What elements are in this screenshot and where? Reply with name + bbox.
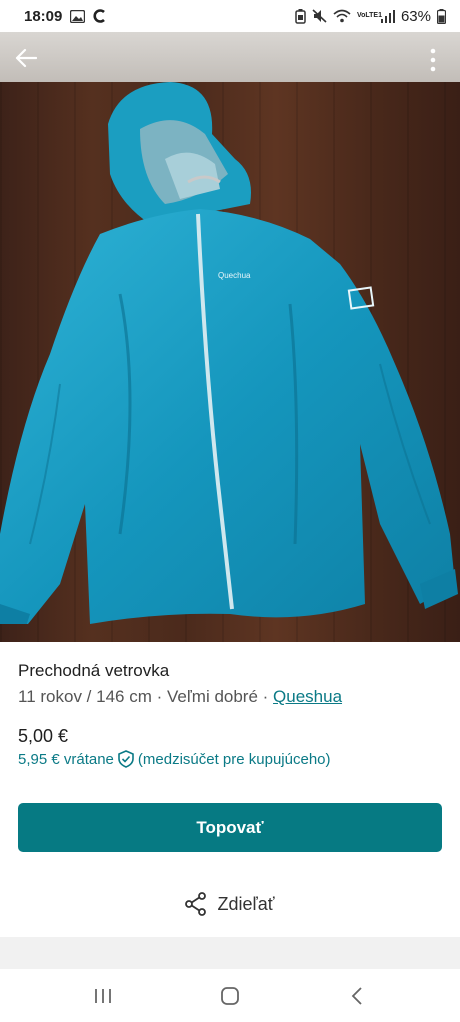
battery-icon [437, 8, 446, 24]
status-left: 18:09 [24, 8, 295, 25]
back-button[interactable] [10, 42, 42, 74]
signal-icon [380, 9, 395, 23]
brand-link[interactable]: Queshua [273, 687, 342, 706]
network-label: VoLTE1 [356, 12, 382, 19]
home-button[interactable] [210, 976, 250, 1016]
jacket-image: Quechua [0, 82, 458, 624]
section-divider [0, 937, 460, 969]
status-bar: 18:09 VoLTE1 63% [0, 0, 460, 32]
meta-separator: · [257, 687, 274, 706]
chevron-left-icon [351, 986, 362, 1005]
listing-size: 11 rokov / 146 cm [18, 687, 152, 706]
battery-saver-icon [295, 8, 306, 24]
wifi-icon [333, 9, 351, 23]
listing-condition: Veľmi dobré [166, 687, 258, 706]
mute-icon [312, 9, 327, 23]
listing-photo[interactable]: Quechua [0, 32, 460, 642]
shield-check-icon [118, 750, 134, 768]
buyer-price: 5,95 € vrátane [18, 750, 114, 768]
recent-apps-icon [95, 988, 112, 1003]
image-icon [70, 9, 86, 23]
battery-percent: 63% [400, 7, 431, 25]
jacket-logo: Quechua [218, 271, 251, 280]
listing-meta: 11 rokov / 146 cm · Veľmi dobré · Queshu… [18, 684, 442, 710]
share-icon [185, 892, 207, 916]
share-label: Zdieľať [217, 893, 275, 914]
listing-title: Prechodná vetrovka [18, 661, 170, 680]
more-options-button[interactable] [418, 42, 448, 78]
back-nav-button[interactable] [337, 976, 377, 1016]
system-nav-bar [0, 969, 460, 1022]
buyer-price-line[interactable]: 5,95 € vrátane (medzisúčet pre kupujúceh… [18, 750, 331, 768]
share-button[interactable]: Zdieľať [0, 887, 460, 921]
status-time: 18:09 [24, 7, 63, 25]
buyer-price-note: (medzisúčet pre kupujúceho) [137, 750, 331, 768]
bump-button[interactable]: Topovať [18, 803, 442, 852]
listing-price: 5,00 € [18, 726, 69, 746]
meta-separator: · [151, 687, 167, 706]
listing-details: Prechodná vetrovka 11 rokov / 146 cm · V… [18, 660, 442, 710]
home-icon [221, 986, 239, 1005]
c-app-icon [93, 9, 106, 23]
recent-apps-button[interactable] [83, 976, 123, 1016]
arrow-left-icon [15, 48, 37, 68]
status-right: VoLTE1 63% [295, 8, 446, 25]
more-vertical-icon [430, 48, 436, 72]
